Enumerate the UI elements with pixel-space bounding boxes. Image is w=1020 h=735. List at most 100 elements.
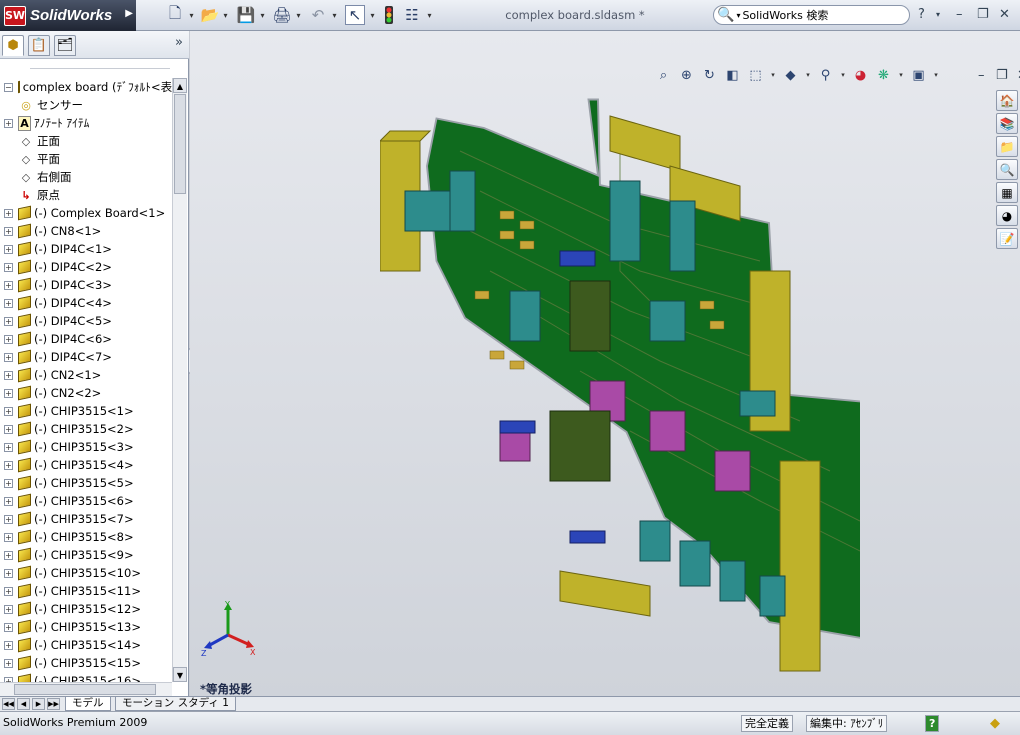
close-icon[interactable]: ✕ xyxy=(999,7,1010,22)
tree-item[interactable]: + (-) CHIP3515<1> xyxy=(0,402,172,420)
select-dropdown-icon[interactable]: ▾ xyxy=(368,5,377,25)
design-library-icon[interactable]: 📚 xyxy=(996,113,1018,134)
undo-icon[interactable]: ↶ xyxy=(309,5,327,25)
tree-item[interactable]: + (-) CHIP3515<11> xyxy=(0,582,172,600)
next-tab-icon[interactable]: ▶ xyxy=(32,698,45,710)
tree-item[interactable]: − complex board (ﾃﾞﾌｫﾙﾄ<表示 xyxy=(0,78,172,96)
tree-item[interactable]: + (-) DIP4C<5> xyxy=(0,312,172,330)
hide-show-dropdown-icon[interactable]: ▾ xyxy=(839,66,847,84)
status-help-button[interactable]: ? xyxy=(925,715,940,732)
open-folder-icon[interactable]: 📂 xyxy=(201,5,220,25)
tree-item[interactable]: + (-) CHIP3515<7> xyxy=(0,510,172,528)
view-orientation-dropdown-icon[interactable]: ▾ xyxy=(769,66,777,84)
options-icon[interactable]: ☷ xyxy=(403,5,421,25)
expand-icon[interactable]: + xyxy=(4,622,13,632)
search-results-icon[interactable]: 🔍 xyxy=(996,159,1018,180)
tree-item[interactable]: + (-) DIP4C<1> xyxy=(0,240,172,258)
expand-icon[interactable]: + xyxy=(4,658,13,668)
expand-icon[interactable]: + xyxy=(4,496,13,506)
tree-item[interactable]: + (-) Complex Board<1> xyxy=(0,204,172,222)
expand-icon[interactable]: + xyxy=(4,262,13,272)
tree-item[interactable]: ◇ 正面 xyxy=(0,132,172,150)
scroll-up-icon[interactable]: ▲ xyxy=(173,78,187,93)
view-settings-dropdown-icon[interactable]: ▾ xyxy=(932,66,940,84)
tab-configuration-manager[interactable]: 🗂 xyxy=(54,35,76,56)
tree-item[interactable]: + A ｱﾉﾃｰﾄ ｱｲﾃﾑ xyxy=(0,114,172,132)
help-dropdown-icon[interactable]: ▾ xyxy=(936,10,940,19)
expand-icon[interactable]: + xyxy=(4,532,13,542)
editing-status[interactable]: 編集中: ｱｾﾝﾌﾞﾘ xyxy=(806,715,888,732)
expand-icon[interactable]: + xyxy=(4,388,13,398)
tab-property-manager[interactable]: 📋 xyxy=(28,35,50,56)
expand-icon[interactable]: + xyxy=(4,460,13,470)
tree-item[interactable]: + (-) CHIP3515<13> xyxy=(0,618,172,636)
expand-icon[interactable]: + xyxy=(4,478,13,488)
search-box[interactable]: 🔍 ▾ SolidWorks 検索 xyxy=(713,5,910,25)
tree-item[interactable]: + (-) CHIP3515<12> xyxy=(0,600,172,618)
graphics-area[interactable]: ⌕ ⊕ ↻ ◧ ⬚ ▾ ◆ ▾ ⚲ ▾ ◕ ❋ ▾ ▣ ▾ – ❐ ✕ xyxy=(190,31,1020,696)
scroll-down-icon[interactable]: ▼ xyxy=(173,667,187,682)
expand-icon[interactable]: + xyxy=(4,208,13,218)
viewport-minimize-icon[interactable]: – xyxy=(978,68,985,83)
zoom-to-fit-icon[interactable]: ⌕ xyxy=(654,66,673,84)
tree-item[interactable]: + (-) CN2<2> xyxy=(0,384,172,402)
tree-item[interactable]: + (-) DIP4C<3> xyxy=(0,276,172,294)
open-dropdown-icon[interactable]: ▾ xyxy=(221,5,230,25)
new-dropdown-icon[interactable]: ▾ xyxy=(187,5,196,25)
expand-panel-icon[interactable]: » xyxy=(175,35,183,50)
restore-icon[interactable]: ❐ xyxy=(977,7,989,22)
tab-model[interactable]: モデル xyxy=(65,697,111,711)
tree-item[interactable]: + (-) CHIP3515<6> xyxy=(0,492,172,510)
tree-item[interactable]: + (-) CHIP3515<14> xyxy=(0,636,172,654)
apply-scene-dropdown-icon[interactable]: ▾ xyxy=(897,66,905,84)
undo-dropdown-icon[interactable]: ▾ xyxy=(330,5,339,25)
help-icon[interactable]: ? xyxy=(918,7,925,22)
circuit-board-model[interactable] xyxy=(380,71,860,691)
tab-feature-manager[interactable]: ⬢ xyxy=(2,35,24,56)
hscroll-thumb[interactable] xyxy=(14,684,156,695)
tree-item[interactable]: + (-) CHIP3515<8> xyxy=(0,528,172,546)
print-icon[interactable]: 🖨 xyxy=(272,5,291,25)
minimize-icon[interactable]: – xyxy=(956,7,963,22)
expand-icon[interactable]: + xyxy=(4,586,13,596)
solidworks-resources-icon[interactable]: 🏠 xyxy=(996,90,1018,111)
collapse-icon[interactable]: − xyxy=(4,82,13,92)
file-explorer-icon[interactable]: 📁 xyxy=(996,136,1018,157)
zoom-to-area-icon[interactable]: ⊕ xyxy=(677,66,696,84)
new-document-icon[interactable]: 🗋 xyxy=(166,4,184,25)
tree-horizontal-scrollbar[interactable] xyxy=(0,682,172,696)
expand-icon[interactable]: + xyxy=(4,604,13,614)
appearances-scenes-icon[interactable]: ◕ xyxy=(996,205,1018,226)
expand-icon[interactable]: + xyxy=(4,298,13,308)
tree-item[interactable]: + (-) CHIP3515<16> xyxy=(0,672,172,682)
tree-item[interactable]: + (-) CHIP3515<3> xyxy=(0,438,172,456)
tree-item[interactable]: + (-) CHIP3515<9> xyxy=(0,546,172,564)
tree-item[interactable]: + (-) CN8<1> xyxy=(0,222,172,240)
display-style-icon[interactable]: ◆ xyxy=(781,66,800,84)
custom-properties-icon[interactable]: 📝 xyxy=(996,228,1018,249)
save-dropdown-icon[interactable]: ▾ xyxy=(258,5,267,25)
tree-item[interactable]: + (-) CHIP3515<10> xyxy=(0,564,172,582)
tree-vertical-scrollbar[interactable]: ▲ ▼ xyxy=(172,78,187,682)
tag-icon[interactable]: ◆ xyxy=(990,716,1000,731)
search-dropdown-icon[interactable]: ▾ xyxy=(736,11,740,20)
edit-appearance-icon[interactable]: ◕ xyxy=(851,66,870,84)
tree-item[interactable]: + (-) CHIP3515<15> xyxy=(0,654,172,672)
tree-item[interactable]: + (-) DIP4C<2> xyxy=(0,258,172,276)
apply-scene-icon[interactable]: ❋ xyxy=(874,66,893,84)
scroll-thumb[interactable] xyxy=(174,94,186,194)
tree-item[interactable]: + (-) CN2<1> xyxy=(0,366,172,384)
view-orientation-icon[interactable]: ⬚ xyxy=(746,66,765,84)
expand-icon[interactable]: + xyxy=(4,118,13,128)
expand-icon[interactable]: + xyxy=(4,406,13,416)
tree-item[interactable]: + (-) DIP4C<7> xyxy=(0,348,172,366)
select-cursor-icon[interactable]: ↖ xyxy=(345,5,365,25)
expand-icon[interactable]: + xyxy=(4,514,13,524)
tree-item[interactable]: ◇ 平面 xyxy=(0,150,172,168)
prev-tab-icon[interactable]: ◀ xyxy=(17,698,30,710)
tree-item[interactable]: + (-) DIP4C<4> xyxy=(0,294,172,312)
options-dropdown-icon[interactable]: ▾ xyxy=(425,5,434,25)
view-palette-icon[interactable]: ▦ xyxy=(996,182,1018,203)
expand-icon[interactable]: + xyxy=(4,550,13,560)
section-view-icon[interactable]: ◧ xyxy=(723,66,742,84)
